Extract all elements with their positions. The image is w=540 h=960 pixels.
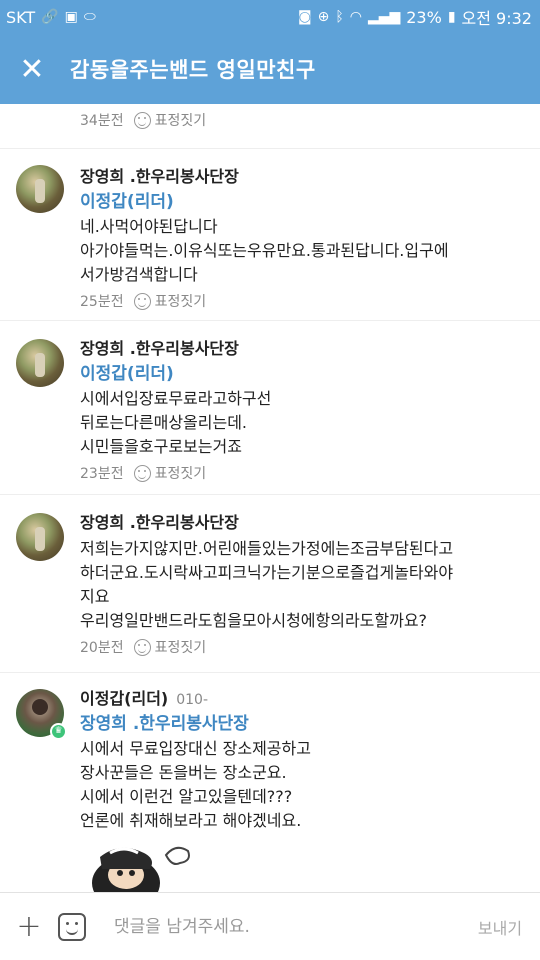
previous-comment-meta: 34분전 표정짓기 <box>80 110 206 130</box>
comment-line: 네.사먹어야된답니다 <box>80 217 218 236</box>
comment-line: 서가방검색합니다 <box>80 265 198 284</box>
smile-icon <box>133 638 151 656</box>
comment-item: ♛ 이정갑(리더) 010- 장영희 .한우리봉사단장 시에서 무료입장대신 장소… <box>0 672 540 892</box>
comment-line: 저희는가지않지만.어린애들있는가정에는조금부담된다고 <box>80 539 454 558</box>
battery-icon: ▮ <box>447 9 456 25</box>
data-saver-icon: ⊕ <box>317 9 330 25</box>
react-label: 표정짓기 <box>154 113 207 129</box>
comment-item: 장영희 .한우리봉사단장 이정갑(리더) 네.사먹어야된답니다 아가야들먹는.이… <box>0 148 540 320</box>
battery-level: 23% <box>406 7 442 27</box>
close-icon[interactable]: ✕ <box>0 34 64 104</box>
mention-link[interactable]: 이정갑(리더) <box>80 361 526 387</box>
comment-line: 시민들을호구로보는거죠 <box>80 437 242 456</box>
comment-author[interactable]: 장영희 .한우리봉사단장 <box>80 511 526 535</box>
comment-meta: 25분전 표정짓기 <box>80 291 526 311</box>
leader-crown-icon: ♛ <box>50 723 67 740</box>
comment-item: 장영희 .한우리봉사단장 저희는가지않지만.어린애들있는가정에는조금부담된다고 … <box>0 494 540 672</box>
comment-line: 언론에 취재해보라고 해야겠네요. <box>80 811 302 830</box>
smile-icon <box>133 464 151 482</box>
comment-time: 34분전 <box>80 113 124 129</box>
reply-bar: + 보내기 <box>0 892 540 960</box>
react-button[interactable]: 표정짓기 <box>133 110 207 130</box>
mention-link[interactable]: 이정갑(리더) <box>80 189 526 215</box>
emoji-icon[interactable] <box>58 912 86 941</box>
comment-line: 아가야들먹는.이유식또는우유만요.통과된답니다.입구에 <box>80 241 449 260</box>
comment-item: 장영희 .한우리봉사단장 이정갑(리더) 시에서입장료무료라고하구선 뒤로는다른… <box>0 320 540 494</box>
avatar[interactable] <box>16 513 64 561</box>
sticker-image <box>92 846 190 892</box>
smile-icon <box>133 292 151 310</box>
send-button[interactable]: 보내기 <box>460 915 540 939</box>
bluetooth-icon: ᛒ <box>335 9 344 25</box>
react-label: 표정짓기 <box>154 294 207 310</box>
status-bar: SKT 🔗 ▣ ⬭ ◙ ⊕ ᛒ ◠ ▂▄▆ 23% ▮ 오전 9:32 <box>0 0 540 34</box>
comment-line: 장사꾼들은 돈을버는 장소군요. <box>80 763 287 782</box>
plus-icon[interactable]: + <box>0 893 58 960</box>
comment-time: 23분전 <box>80 466 124 482</box>
app-bar: ✕ 감동을주는밴드 영일만친구 <box>0 34 540 104</box>
comment-line: 시에서입장료무료라고하구선 <box>80 389 272 408</box>
comment-line: 지요 <box>80 587 110 606</box>
page-title: 감동을주는밴드 영일만친구 <box>70 58 316 82</box>
clock: 오전 9:32 <box>461 9 532 28</box>
react-button[interactable]: 표정짓기 <box>133 637 207 657</box>
comment-meta: 20분전 표정짓기 <box>80 637 526 657</box>
comment-line: 하더군요.도시락싸고피크닉가는기분으로즐겁게놀타와야 <box>80 563 454 582</box>
react-button[interactable]: 표정짓기 <box>133 291 207 311</box>
wifi-icon: ◠ <box>349 9 362 25</box>
avatar[interactable] <box>16 339 64 387</box>
comment-line: 우리영일만밴드라도힘을모아시청에항의라도할까요? <box>80 611 428 630</box>
comment-time: 20분전 <box>80 640 124 656</box>
author-phone: 010- <box>176 692 209 708</box>
comment-author[interactable]: 장영희 .한우리봉사단장 <box>80 337 526 361</box>
carrier-label: SKT <box>6 7 36 27</box>
comment-meta: 23분전 표정짓기 <box>80 463 526 483</box>
comment-line: 뒤로는다른매상올리는데. <box>80 413 248 432</box>
mention-link[interactable]: 장영희 .한우리봉사단장 <box>80 711 526 737</box>
author-name: 이정갑(리더) <box>80 689 169 708</box>
comment-author[interactable]: 장영희 .한우리봉사단장 <box>80 165 526 189</box>
comment-author[interactable]: 이정갑(리더) 010- <box>80 687 526 711</box>
signal-icon: ▂▄▆ <box>367 9 401 25</box>
comment-list[interactable]: 34분전 표정짓기 장영희 .한우리봉사단장 이정갑(리더) 네.사먹어야된답니… <box>0 104 540 892</box>
avatar[interactable] <box>16 165 64 213</box>
smile-icon <box>133 111 151 129</box>
link-icon: 🔗 <box>41 9 59 25</box>
android-icon: ◙ <box>297 9 312 25</box>
reply-input[interactable] <box>114 904 460 949</box>
pill-icon: ⬭ <box>83 9 96 25</box>
comment-line: 시에서 무료입장대신 장소제공하고 <box>80 739 311 758</box>
image-icon: ▣ <box>64 9 78 25</box>
react-button[interactable]: 표정짓기 <box>133 463 207 483</box>
comment-line: 시에서 이런건 알고있을텐데??? <box>80 787 293 806</box>
comment-time: 25분전 <box>80 294 124 310</box>
react-label: 표정짓기 <box>154 466 207 482</box>
react-label: 표정짓기 <box>154 640 207 656</box>
